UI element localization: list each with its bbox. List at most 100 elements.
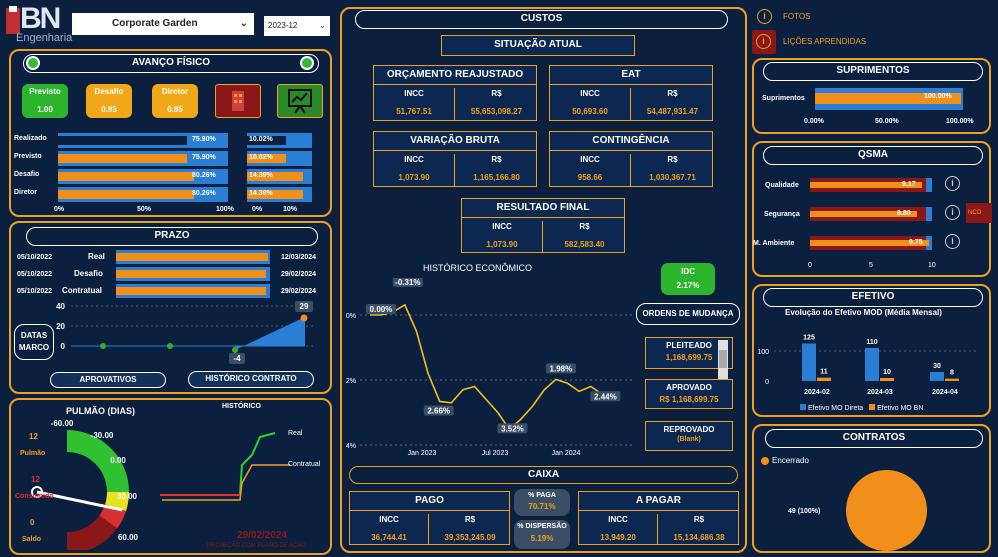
econ-line bbox=[370, 303, 614, 431]
fotos-info-icon[interactable]: i bbox=[757, 9, 772, 24]
gauge-tick: 60.00 bbox=[118, 533, 139, 542]
card-previsto: Previsto 1.00 bbox=[22, 84, 68, 118]
legend-square-direta bbox=[800, 404, 806, 410]
efetivo-label-bn: 8 bbox=[950, 370, 954, 377]
efetivo-label-bn: 11 bbox=[820, 369, 828, 376]
avanco-bar-value: 80.26% bbox=[192, 190, 216, 197]
prazo-bar bbox=[116, 270, 266, 278]
prazo-marco-point bbox=[232, 347, 238, 353]
avanco-title: AVANÇO FÍSICO bbox=[23, 54, 319, 73]
historico-contrato-button[interactable]: HISTÓRICO CONTRATO bbox=[188, 371, 314, 388]
avanco-axis2-tick: 10% bbox=[283, 206, 298, 213]
qsma-axis-tick: 10 bbox=[928, 262, 936, 269]
aprovativos-button[interactable]: APROVATIVOS bbox=[50, 372, 166, 388]
avanco-bar2-value: 14.39% bbox=[249, 172, 273, 179]
econ-y-tick: 0% bbox=[346, 313, 356, 320]
orcamento-box: ORÇAMENTO REAJUSTADO INCC 51,767.51 R$ 55,… bbox=[373, 65, 537, 121]
pulmao-value: 12 bbox=[29, 432, 38, 441]
prazo-y-tick: 40 bbox=[56, 302, 65, 311]
qsma-value: 8.80 bbox=[897, 210, 911, 217]
buildings-button[interactable] bbox=[215, 84, 261, 118]
consumido-value: 12 bbox=[31, 475, 40, 484]
efetivo-x-tick: 2024-03 bbox=[867, 389, 893, 396]
efetivo-y-tick: 100 bbox=[757, 349, 769, 356]
presentation-button[interactable] bbox=[277, 84, 323, 118]
efetivo-x-tick: 2024-02 bbox=[804, 389, 830, 396]
qsma-row-label: Qualidade bbox=[765, 182, 799, 189]
project-dropdown[interactable]: Corporate Garden ⌄ bbox=[72, 13, 254, 35]
suprimentos-value: 100.00% bbox=[924, 93, 952, 100]
saldo-value: 0 bbox=[30, 518, 35, 527]
avanco-bar bbox=[58, 154, 187, 163]
svg-text:-4: -4 bbox=[233, 354, 241, 363]
datas-marco-button[interactable]: DATAS MARCO bbox=[14, 324, 54, 360]
econ-y-tick: 2% bbox=[346, 378, 356, 385]
qsma-info-icon[interactable]: i bbox=[945, 205, 960, 220]
qsma-info-icon[interactable]: i bbox=[945, 234, 960, 249]
efetivo-label-direta: 125 bbox=[803, 335, 815, 342]
suprimentos-title: SUPRIMENTOS bbox=[763, 62, 983, 81]
licoes-link[interactable]: LIÇÕES APRENDIDAS bbox=[783, 37, 866, 46]
svg-text:29: 29 bbox=[300, 302, 309, 311]
legend-dot-encerrado bbox=[761, 457, 769, 465]
prazo-area bbox=[235, 317, 305, 350]
prazo-bar bbox=[116, 253, 268, 261]
avanco-axis-tick: 50% bbox=[137, 206, 152, 213]
status-dot-left bbox=[26, 56, 40, 70]
prazo-label: Desafio bbox=[74, 269, 103, 278]
efetivo-label-direta: 30 bbox=[933, 363, 941, 370]
reprovado-box: REPROVADO (Blank) bbox=[645, 421, 733, 451]
prazo-start: 05/10/2022 bbox=[17, 288, 53, 295]
avanco-bar2-value: 14.39% bbox=[249, 190, 273, 197]
svg-text:2.44%: 2.44% bbox=[594, 392, 617, 401]
licoes-info-icon: i bbox=[756, 34, 771, 49]
prazo-label: Contratual bbox=[62, 286, 102, 295]
econ-x-tick: Jan 2024 bbox=[552, 450, 581, 457]
suprimentos-axis-1: 50.00% bbox=[875, 118, 899, 125]
ordens-mudanca-button[interactable]: ORDENS DE MUDANÇA bbox=[636, 303, 740, 325]
avanco-bar bbox=[58, 190, 194, 199]
pulmao-projecao: PROJEÇÃO COM PLANO DE AÇÃO bbox=[207, 543, 307, 549]
card-diretor: Diretor 0.95 bbox=[152, 84, 198, 118]
gauge-tick: -60.00 bbox=[51, 419, 74, 428]
avanco-bar-value: 75.90% bbox=[192, 154, 216, 161]
econ-x-tick: Jul 2023 bbox=[482, 450, 509, 457]
efetivo-bar-bn bbox=[817, 377, 831, 381]
prazo-max-label: 29 bbox=[295, 301, 313, 312]
legend-square-bn bbox=[869, 404, 876, 410]
avanco-bar-value: 75.90% bbox=[192, 136, 216, 143]
legend-real: Real bbox=[288, 430, 303, 437]
efetivo-label-direta: 110 bbox=[866, 339, 877, 346]
qsma-info-icon[interactable]: i bbox=[945, 176, 960, 191]
apagar-box: A PAGAR INCC 13,949.20 R$ 15,134,686.38 bbox=[578, 491, 739, 545]
efetivo-bar-direta bbox=[865, 348, 879, 381]
svg-text:0.00%: 0.00% bbox=[370, 305, 393, 314]
econ-data-label: -0.31% bbox=[392, 278, 423, 287]
idc-card: IDC 2.17% bbox=[661, 263, 715, 295]
efetivo-chart: 100 0 125 11 2024-02 110 10 2024-03 30 8 2024-04 bbox=[757, 335, 979, 396]
suprimentos-axis-2: 100.00% bbox=[946, 118, 974, 125]
pulmao-date: 29/02/2024 bbox=[237, 530, 288, 541]
resultado-box: RESULTADO FINAL INCC 1,073.90 R$ 582,583.4… bbox=[461, 198, 625, 253]
historico-economico-title: HISTÓRICO ECONÔMICO bbox=[423, 263, 533, 273]
qsma-row-label: Segurança bbox=[764, 211, 800, 218]
qsma-flag: NCO bbox=[966, 203, 992, 223]
svg-text:1.98%: 1.98% bbox=[550, 364, 573, 373]
contratos-pie bbox=[846, 470, 927, 551]
prazo-marco-chart: 40 20 0 -4 29 bbox=[56, 301, 315, 364]
efetivo-legend: Efetivo MO Direta Efetivo MO BN bbox=[800, 404, 923, 412]
prazo-start: 05/10/2022 bbox=[17, 271, 53, 278]
avanco-bar bbox=[58, 136, 187, 145]
prazo-marco-point bbox=[100, 343, 106, 349]
fotos-link[interactable]: FOTOS bbox=[783, 12, 810, 21]
contratos-legend: Encerrado bbox=[772, 456, 809, 465]
suprimentos-label: Suprimentos bbox=[762, 95, 805, 102]
scrollbar[interactable] bbox=[718, 340, 728, 382]
period-dropdown[interactable]: 2023-12 ⌄ bbox=[264, 16, 330, 36]
pago-box: PAGO INCC 36,744.41 R$ 39,353,245.09 bbox=[349, 491, 510, 545]
avanco-axis-tick: 100% bbox=[216, 206, 234, 213]
licoes-button[interactable]: i bbox=[752, 30, 776, 54]
econ-data-label: 0.00% bbox=[366, 304, 396, 314]
avanco-bar bbox=[58, 172, 194, 181]
avanco-row-label: Realizado bbox=[14, 135, 47, 142]
